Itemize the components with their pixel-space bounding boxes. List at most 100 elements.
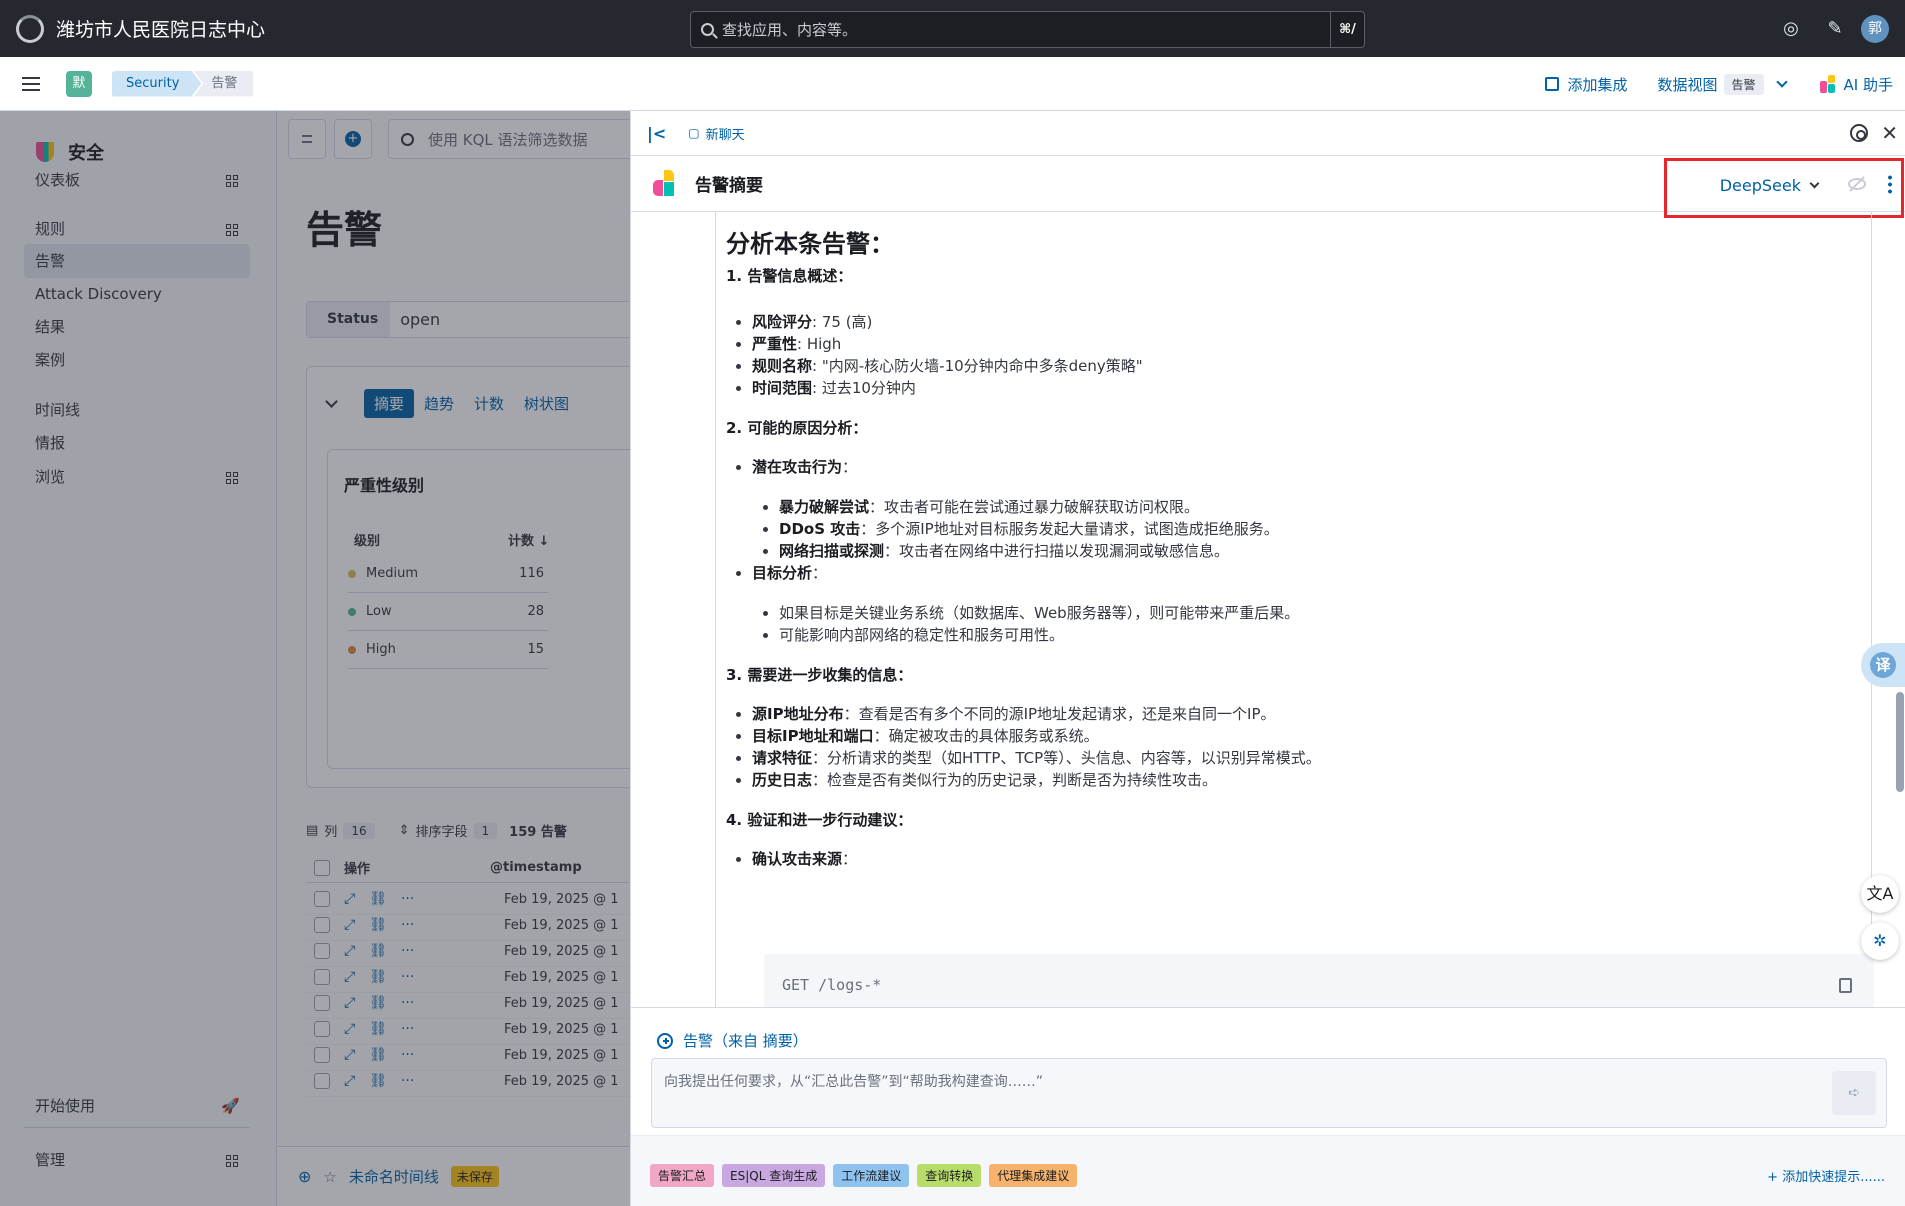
conversation-body: 分析本条告警： 1. 告警信息概述： 风险评分: 75 (高) 严重性: Hig…: [631, 212, 1905, 1094]
eye-closed-icon[interactable]: [1848, 178, 1866, 190]
list-item: 目标分析：: [726, 562, 1866, 584]
quick-prompt-chip[interactable]: ES|QL 查询生成: [722, 1164, 826, 1187]
ai-assistant-label: AI 助手: [1843, 75, 1893, 94]
action-list: 确认攻击来源：: [726, 848, 1866, 870]
global-search-input[interactable]: 查找应用、内容等。 ⌘/: [690, 11, 1365, 48]
search-placeholder: 查找应用、内容等。: [722, 21, 858, 39]
context-label: 告警（来自 摘要）: [683, 1032, 808, 1050]
settings-icon[interactable]: [1850, 124, 1868, 142]
overview-list: 风险评分: 75 (高) 严重性: High 规则名称: "内网-核心防火墙-1…: [726, 311, 1866, 399]
info-to-collect-list: 源IP地址分布：查看是否有多个不同的源IP地址发起请求，还是来自同一个IP。 目…: [726, 703, 1866, 791]
item-value: ：检查是否有类似行为的历史记录，判断是否为持续性攻击。: [812, 771, 1218, 789]
item-value: ：攻击者可能在尝试通过暴力破解获取访问权限。: [869, 498, 1200, 516]
item-value: : 75 (高): [812, 313, 873, 331]
quick-prompt-chip[interactable]: 查询转换: [917, 1164, 982, 1187]
translate-icon: 译: [1870, 652, 1896, 678]
ai-assistant-button[interactable]: AI 助手: [1819, 74, 1893, 95]
quick-prompt-chip[interactable]: 代理集成建议: [989, 1164, 1078, 1187]
app-logo-icon[interactable]: [16, 14, 44, 43]
item-value: ：确定被攻击的具体服务或系统。: [873, 727, 1099, 745]
add-integration-button[interactable]: 添加集成: [1545, 74, 1628, 95]
breadcrumb: Security 告警: [112, 70, 254, 97]
item-key: 规则名称: [752, 357, 813, 375]
item-value: ：攻击者在网络中进行扫描以发现漏洞或敏感信息。: [884, 542, 1230, 560]
space-selector[interactable]: 默: [66, 70, 92, 97]
connector-selector[interactable]: DeepSeek: [1719, 176, 1820, 195]
selected-context[interactable]: 告警（来自 摘要）: [657, 1030, 808, 1051]
list-item: 请求特征：分析请求的类型（如HTTP、TCP等）、头信息、内容等，以识别异常模式…: [726, 747, 1866, 769]
section-heading: 3. 需要进一步收集的信息：: [726, 666, 913, 684]
help-icon[interactable]: ◎: [1769, 18, 1813, 39]
conversation-header: 告警摘要 DeepSeek: [631, 156, 1905, 218]
list-item: 时间范围: 过去10分钟内: [726, 377, 1866, 399]
connector-name: DeepSeek: [1719, 176, 1801, 195]
quick-prompt-chip[interactable]: 工作流建议: [833, 1164, 910, 1187]
item-key: 目标分析: [752, 564, 813, 582]
close-icon[interactable]: ✕: [1881, 121, 1898, 145]
item-value: ：分析请求的类型（如HTTP、TCP等）、头信息、内容等，以识别异常模式。: [812, 749, 1321, 767]
item-value: : 过去10分钟内: [812, 379, 916, 397]
section-heading: 2. 可能的原因分析：: [726, 419, 868, 437]
collapse-sidebar-icon[interactable]: |<: [647, 124, 666, 143]
quick-prompt-list: 告警汇总 ES|QL 查询生成 工作流建议 查询转换 代理集成建议: [650, 1164, 1078, 1187]
item-key: 源IP地址分布: [752, 705, 844, 723]
item-key: DDoS 攻击: [779, 520, 861, 538]
item-key: 暴力破解尝试: [779, 498, 870, 516]
prompt-textarea[interactable]: 向我提出任何要求，从“汇总此告警”到“帮助我构建查询……” ➪: [651, 1058, 1887, 1128]
item-key: 潜在攻击行为: [752, 458, 843, 476]
attack-behaviors-list: 暴力破解尝试：攻击者可能在尝试通过暴力破解获取访问权限。 DDoS 攻击：多个源…: [726, 496, 1866, 584]
list-item: 历史日志：检查是否有类似行为的历史记录，判断是否为持续性攻击。: [726, 769, 1866, 791]
more-options-icon[interactable]: [1888, 174, 1892, 194]
news-feed-icon[interactable]: ✎: [1813, 18, 1857, 39]
list-item: 严重性: High: [726, 333, 1866, 355]
breadcrumb-alerts: 告警: [193, 70, 254, 97]
ai-assistant-flyout: |< ▢ 新聊天 ✕ 告警摘要 DeepSeek 分析本条告警： 1. 告警信息…: [630, 111, 1905, 1206]
quick-prompt-chip[interactable]: 告警汇总: [650, 1164, 715, 1187]
new-chat-button[interactable]: ▢ 新聊天: [688, 124, 744, 143]
list-item: 风险评分: 75 (高): [726, 311, 1866, 333]
overlay-mask[interactable]: [0, 111, 630, 1206]
section-heading: 4. 验证和进一步行动建议：: [726, 811, 913, 829]
list-item: DDoS 攻击：多个源IP地址对目标服务发起大量请求，试图造成拒绝服务。: [726, 518, 1866, 540]
header-icons: ◎ ✎ 郭: [1769, 0, 1905, 57]
item-key: 目标IP地址和端口: [752, 727, 874, 745]
item-key: 时间范围: [752, 379, 813, 397]
item-key: 风险评分: [752, 313, 813, 331]
list-item: 暴力破解尝试：攻击者可能在尝试通过暴力破解获取访问权限。: [726, 496, 1866, 518]
add-integration-icon: [1545, 77, 1560, 91]
tool-fab-1[interactable]: 文A: [1861, 875, 1899, 913]
translate-text-icon: 文A: [1866, 884, 1894, 903]
list-item: 确认攻击来源：: [726, 848, 1866, 870]
breadcrumb-bar: 默 Security 告警 添加集成 数据视图 告警 AI 助手: [0, 57, 1905, 111]
copy-icon[interactable]: [1839, 978, 1852, 993]
send-button[interactable]: ➪: [1832, 1071, 1876, 1115]
list-item: 可能影响内部网络的稳定性和服务可用性。: [726, 624, 1866, 646]
search-shortcut: ⌘/: [1330, 12, 1364, 47]
breadcrumb-security[interactable]: Security: [112, 71, 201, 97]
send-icon: ➪: [1848, 1085, 1860, 1101]
scrollbar[interactable]: [1896, 692, 1904, 792]
add-context-icon: [657, 1032, 673, 1049]
app-title: 潍坊市人民医院日志中心: [56, 19, 266, 41]
message-heading: 分析本条告警：: [726, 230, 894, 258]
translate-button[interactable]: 译: [1861, 643, 1905, 687]
target-analysis-list: 如果目标是关键业务系统（如数据库、Web服务器等），则可能带来严重后果。 可能影…: [726, 602, 1866, 646]
tool-fab-2[interactable]: ✲: [1861, 922, 1899, 960]
chevron-down-icon[interactable]: [1775, 76, 1788, 88]
item-key: 网络扫描或探测: [779, 542, 885, 560]
conversation-title[interactable]: 告警摘要: [695, 171, 763, 196]
user-avatar[interactable]: 郭: [1861, 14, 1889, 43]
list-item: 源IP地址分布：查看是否有多个不同的源IP地址发起请求，还是来自同一个IP。: [726, 703, 1866, 725]
list-item: 潜在攻击行为：: [726, 456, 1866, 478]
code-block: GET /logs-*: [764, 954, 1874, 1014]
search-icon: [701, 23, 714, 36]
message-content: 分析本条告警： 1. 告警信息概述： 风险评分: 75 (高) 严重性: Hig…: [726, 224, 1874, 1014]
list-item: 目标IP地址和端口：确定被攻击的具体服务或系统。: [726, 725, 1866, 747]
add-quick-prompt-button[interactable]: + 添加快速提示......: [1767, 1166, 1885, 1185]
cause-list: 潜在攻击行为：: [726, 456, 1866, 478]
data-view-label: 数据视图: [1657, 75, 1718, 94]
chat-icon: ▢: [688, 126, 700, 140]
menu-icon[interactable]: [22, 76, 40, 91]
data-view-value[interactable]: 告警: [1723, 73, 1764, 95]
network-icon: ✲: [1873, 931, 1887, 950]
